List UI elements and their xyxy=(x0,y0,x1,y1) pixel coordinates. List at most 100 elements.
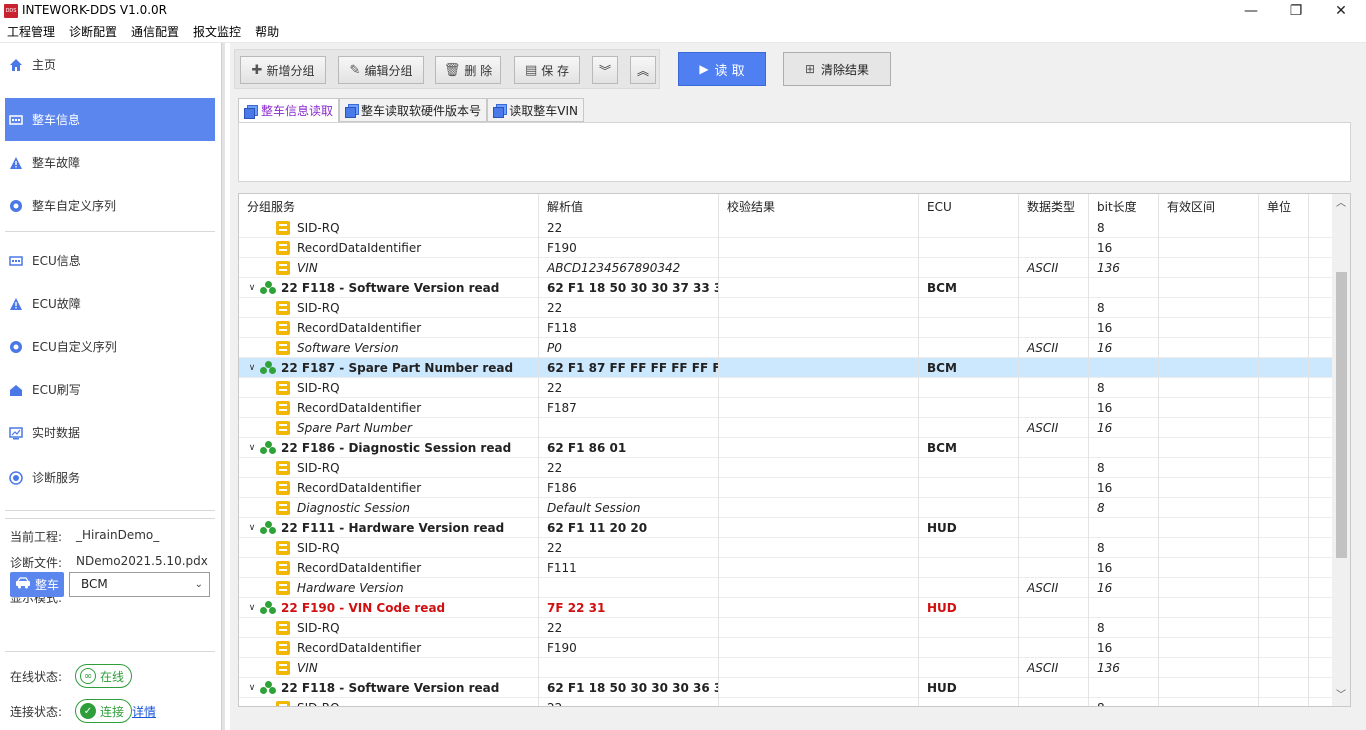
service-name: Diagnostic Session xyxy=(297,501,410,515)
column-header[interactable]: 分组服务 xyxy=(239,194,539,220)
edit-group-button[interactable]: ✎ 编辑分组 xyxy=(338,56,424,84)
table-row[interactable]: RecordDataIdentifier F186 16 xyxy=(239,478,1332,498)
minimize-button[interactable]: — xyxy=(1228,0,1274,22)
column-header[interactable]: 有效区间 xyxy=(1159,194,1259,220)
expand-chevron-icon[interactable]: ∨ xyxy=(247,358,257,378)
sidebar-item-ecu-sequence[interactable]: ECU自定义序列 xyxy=(5,325,215,368)
unit-cell xyxy=(1259,258,1309,278)
table-row[interactable]: Software Version P0 ASCII 16 xyxy=(239,338,1332,358)
table-row[interactable]: RecordDataIdentifier F190 16 xyxy=(239,638,1332,658)
sidebar-item-vehicle-fault[interactable]: 整车故障 xyxy=(5,141,215,184)
column-header[interactable]: ECU xyxy=(919,194,1019,220)
sidebar-item-home[interactable]: 主页 xyxy=(5,43,215,86)
connect-status-badge: ✓ 连接 xyxy=(75,699,133,723)
value-cell: 22 xyxy=(539,218,719,238)
service-cell: RecordDataIdentifier xyxy=(239,558,539,578)
sidebar-item-vehicle-sequence[interactable]: 整车自定义序列 xyxy=(5,184,215,227)
expand-chevron-icon[interactable]: ∨ xyxy=(247,438,257,458)
tab-read-vin[interactable]: 读取整车VIN xyxy=(487,98,584,122)
expand-chevron-icon[interactable]: ∨ xyxy=(247,678,257,698)
scroll-down-icon[interactable]: ﹀ xyxy=(1332,688,1350,704)
sidebar-item-realtime[interactable]: 实时数据 xyxy=(5,411,215,454)
add-group-button[interactable]: ✚ 新增分组 xyxy=(240,56,326,84)
vehicle-mode-button[interactable]: 整车 xyxy=(10,572,64,597)
table-row[interactable]: Hardware Version ASCII 16 xyxy=(239,578,1332,598)
parameter-icon xyxy=(276,581,290,595)
ecu-info-icon xyxy=(9,254,23,268)
scrollbar-thumb[interactable] xyxy=(1336,272,1347,558)
column-header[interactable]: 数据类型 xyxy=(1019,194,1089,220)
unit-cell xyxy=(1259,558,1309,578)
expand-chevron-icon[interactable]: ∨ xyxy=(247,598,257,618)
expand-chevron-icon[interactable]: ∨ xyxy=(247,518,257,538)
detail-link[interactable]: 详情 xyxy=(132,703,156,720)
ecu-mode-select[interactable]: BCM ⌄ xyxy=(69,572,210,597)
table-row[interactable]: RecordDataIdentifier F111 16 xyxy=(239,558,1332,578)
table-row[interactable]: SID-RQ 22 8 xyxy=(239,698,1332,706)
tab-vehicle-info-read[interactable]: 整车信息读取 xyxy=(238,98,339,123)
menu-help[interactable]: 帮助 xyxy=(248,22,286,42)
group-row[interactable]: ∨ 22 F186 - Diagnostic Session read 62 F1 … xyxy=(239,438,1332,458)
check-cell xyxy=(719,698,919,706)
sidebar-item-ecu-flash[interactable]: ECU刷写 xyxy=(5,368,215,411)
table-row[interactable]: RecordDataIdentifier F187 16 xyxy=(239,398,1332,418)
group-cluster-icon xyxy=(260,681,276,695)
unit-cell xyxy=(1259,418,1309,438)
type-cell: ASCII xyxy=(1019,418,1089,438)
scroll-up-icon[interactable]: ︿ xyxy=(1332,196,1350,212)
table-row[interactable]: SID-RQ 22 8 xyxy=(239,218,1332,238)
expand-chevron-icon[interactable]: ∨ xyxy=(247,278,257,298)
maximize-button[interactable]: ❐ xyxy=(1273,0,1319,22)
service-cell: RecordDataIdentifier xyxy=(239,638,539,658)
read-button[interactable]: ▶ 读 取 xyxy=(678,52,766,86)
table-row[interactable]: VIN ASCII 136 xyxy=(239,658,1332,678)
menu-msg-monitor[interactable]: 报文监控 xyxy=(186,22,248,42)
bits-cell: 8 xyxy=(1089,498,1159,518)
sidebar-item-label: 整车故障 xyxy=(32,156,81,170)
table-row[interactable]: VIN ABCD1234567890342 ASCII 136 xyxy=(239,258,1332,278)
vertical-scrollbar[interactable]: ︿ ﹀ xyxy=(1332,194,1350,706)
expand-all-button[interactable]: ︾ xyxy=(592,56,618,84)
table-row[interactable]: SID-RQ 22 8 xyxy=(239,618,1332,638)
table-row[interactable]: Spare Part Number ASCII 16 xyxy=(239,418,1332,438)
group-row[interactable]: ∨ 22 F118 - Software Version read 62 F1 18… xyxy=(239,678,1332,698)
sidebar-item-vehicle-info[interactable]: 整车信息 xyxy=(5,98,215,141)
clear-results-button[interactable]: ⊞ 清除结果 xyxy=(783,52,891,86)
column-header[interactable]: 校验结果 xyxy=(719,194,919,220)
menu-diag-config[interactable]: 诊断配置 xyxy=(62,22,124,42)
table-row[interactable]: Diagnostic Session Default Session 8 xyxy=(239,498,1332,518)
close-button[interactable]: ✕ xyxy=(1318,0,1364,22)
table-row[interactable]: RecordDataIdentifier F190 16 xyxy=(239,238,1332,258)
group-row[interactable]: ∨ 22 F187 - Spare Part Number read 62 F1 8… xyxy=(239,358,1332,378)
column-header[interactable]: 解析值 xyxy=(539,194,719,220)
unit-cell xyxy=(1259,438,1309,458)
group-row[interactable]: ∨ 22 F111 - Hardware Version read 62 F1 11… xyxy=(239,518,1332,538)
delete-button[interactable]: 🗑 删 除 xyxy=(435,56,501,84)
sidebar-item-ecu-info[interactable]: ECU信息 xyxy=(5,239,215,282)
sidebar-item-ecu-fault[interactable]: ECU故障 xyxy=(5,282,215,325)
table-row[interactable]: SID-RQ 22 8 xyxy=(239,298,1332,318)
sidebar-item-diag-service[interactable]: 诊断服务 xyxy=(5,456,215,499)
value-cell: 62 F1 87 FF FF FF FF FF FF ... xyxy=(539,358,719,378)
parameter-icon xyxy=(276,461,290,475)
table-row[interactable]: SID-RQ 22 8 xyxy=(239,538,1332,558)
table-row[interactable]: RecordDataIdentifier F118 16 xyxy=(239,318,1332,338)
menu-project[interactable]: 工程管理 xyxy=(0,22,62,42)
column-header[interactable]: 单位 xyxy=(1259,194,1309,220)
column-header[interactable]: bit长度 xyxy=(1089,194,1159,220)
ecu-cell xyxy=(919,218,1019,238)
check-cell xyxy=(719,558,919,578)
type-cell xyxy=(1019,378,1089,398)
service-name: SID-RQ xyxy=(297,621,340,635)
menu-comm-config[interactable]: 通信配置 xyxy=(124,22,186,42)
collapse-all-button[interactable]: ︽ xyxy=(630,56,656,84)
save-button[interactable]: ▤ 保 存 xyxy=(514,56,580,84)
table-row[interactable]: SID-RQ 22 8 xyxy=(239,458,1332,478)
group-row[interactable]: ∨ 22 F190 - VIN Code read 7F 22 31 HUD xyxy=(239,598,1332,618)
service-cell: SID-RQ xyxy=(239,298,539,318)
table-row[interactable]: SID-RQ 22 8 xyxy=(239,378,1332,398)
group-row[interactable]: ∨ 22 F118 - Software Version read 62 F1 18… xyxy=(239,278,1332,298)
service-cell: SID-RQ xyxy=(239,698,539,706)
ecu-cell xyxy=(919,398,1019,418)
tab-sw-hw-version[interactable]: 整车读取软硬件版本号 xyxy=(339,98,487,122)
